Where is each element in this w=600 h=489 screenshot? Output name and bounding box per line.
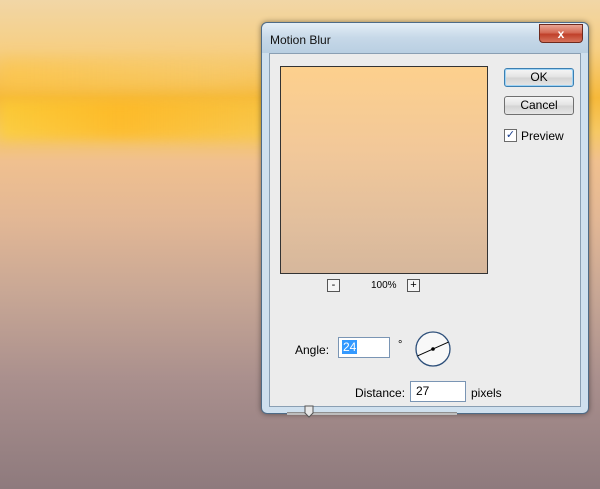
angle-value: 24 [342, 340, 358, 354]
zoom-level: 100% [371, 280, 397, 291]
degree-symbol: ° [398, 339, 403, 351]
angle-label: Angle: [295, 343, 330, 357]
angle-input[interactable]: 24 [338, 337, 390, 358]
close-icon: x [557, 27, 565, 41]
dialog-body: - 100% + OK Cancel ✓ Preview Angle: 24 °… [269, 53, 581, 418]
distance-label: Distance: [355, 386, 406, 400]
minus-icon: - [331, 279, 336, 291]
preview-checkbox-label[interactable]: Preview [521, 129, 564, 143]
preview-area[interactable] [280, 66, 488, 274]
distance-value: 27 [416, 384, 430, 398]
dialog-titlebar[interactable]: Motion Blur x [262, 23, 588, 53]
zoom-out-button[interactable]: - [327, 279, 340, 292]
dialog-title: Motion Blur [270, 33, 331, 47]
slider-thumb-icon[interactable] [304, 405, 314, 418]
plus-icon: + [410, 279, 417, 291]
close-button[interactable]: x [539, 24, 583, 43]
cancel-button[interactable]: Cancel [504, 96, 574, 115]
zoom-in-button[interactable]: + [407, 279, 420, 292]
preview-checkbox[interactable]: ✓ [504, 129, 517, 142]
distance-unit: pixels [471, 386, 502, 400]
angle-dial-icon[interactable] [414, 330, 452, 368]
motion-blur-dialog: Motion Blur x - 100% + OK Cancel ✓ Previ… [261, 22, 589, 418]
ok-button[interactable]: OK [504, 68, 574, 87]
check-icon: ✓ [505, 129, 516, 141]
distance-input[interactable]: 27 [410, 381, 466, 402]
